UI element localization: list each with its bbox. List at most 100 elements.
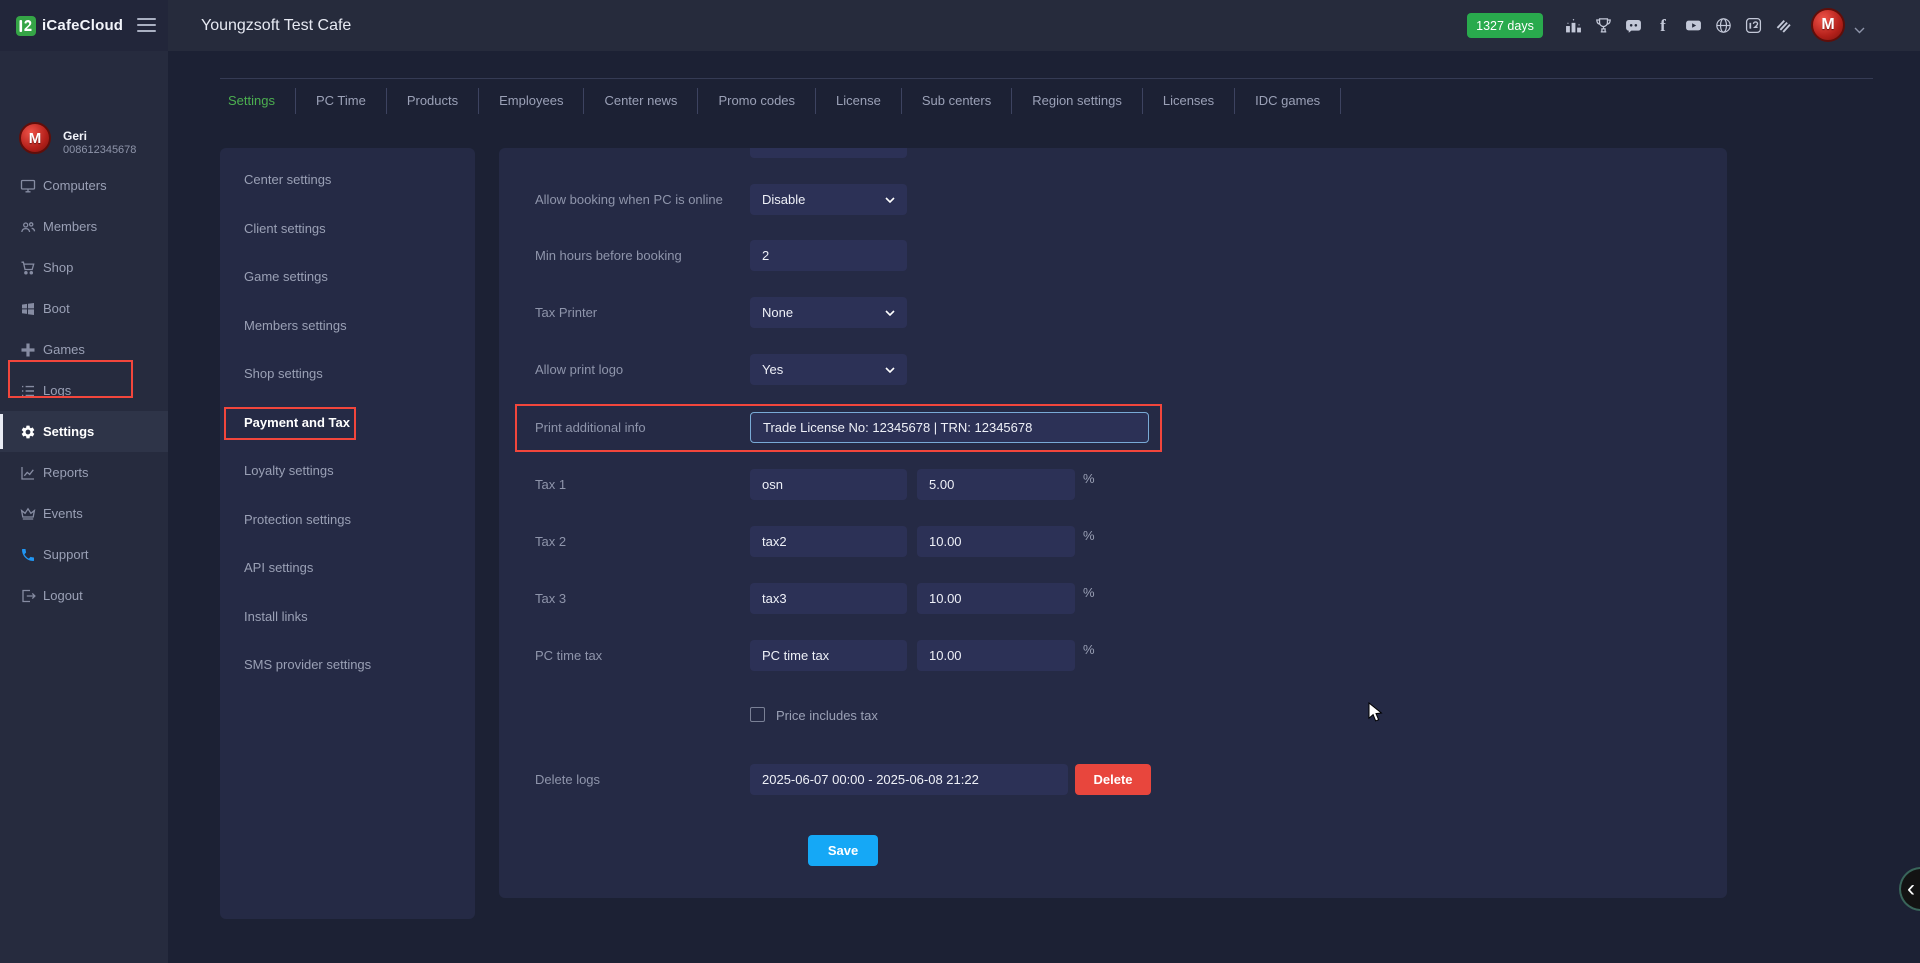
gear-icon [20,424,36,440]
save-button[interactable]: Save [808,835,878,866]
tax2-name-input[interactable] [750,526,907,557]
youtube-icon[interactable] [1684,17,1702,35]
delete-logs-range-input[interactable] [750,764,1068,795]
brand-name: iCafeCloud [42,17,123,34]
settings-nav-api-settings[interactable]: API settings [244,559,313,577]
user-avatar[interactable]: M [19,122,51,154]
tab-center-news[interactable]: Center news [584,86,697,116]
row-pc-time-tax: PC time tax % [499,640,1727,671]
top-header: Youngzsoft Test Cafe 1327 days f M [168,0,1920,51]
sidebar-item-shop[interactable]: Shop [0,247,168,288]
list-icon [20,383,36,399]
delete-button[interactable]: Delete [1075,764,1151,795]
windows-icon [20,301,36,317]
sidebar-item-games[interactable]: Games [0,329,168,370]
chevron-down-icon [885,197,895,203]
settings-nav-panel: Center settings Client settings Game set… [220,148,475,919]
cutoff-input[interactable] [750,148,907,158]
tab-region-settings[interactable]: Region settings [1012,86,1142,116]
sidebar-item-support[interactable]: Support [0,534,168,575]
allow-booking-select[interactable]: Disable [750,184,907,215]
price-includes-tax-checkbox[interactable] [750,707,765,722]
page-title: Youngzsoft Test Cafe [201,0,351,51]
sidebar-item-settings[interactable]: Settings [0,411,168,452]
tax3-percent-input[interactable] [917,583,1075,614]
settings-nav-shop-settings[interactable]: Shop settings [244,365,323,383]
settings-nav-payment-and-tax[interactable]: Payment and Tax [244,414,350,432]
gamepad-icon [20,342,36,358]
sidebar-menu: Computers Members Shop Boot Games Logs [0,165,168,616]
tab-products[interactable]: Products [387,86,478,116]
pc-time-tax-name-input[interactable] [750,640,907,671]
min-hours-input[interactable] [750,240,907,271]
chart-icon [20,465,36,481]
discord-icon[interactable] [1624,17,1642,35]
facebook-icon[interactable]: f [1654,17,1672,35]
tab-employees[interactable]: Employees [479,86,583,116]
settings-nav-center-settings[interactable]: Center settings [244,171,331,189]
sidebar-item-logs[interactable]: Logs [0,370,168,411]
logout-icon [20,588,36,604]
settings-nav-client-settings[interactable]: Client settings [244,220,326,238]
sidebar-item-logout[interactable]: Logout [0,575,168,616]
trophy-icon[interactable] [1594,17,1612,35]
ranking-icon[interactable] [1564,17,1582,35]
brand-block: iCafeCloud [0,0,168,51]
phone-icon [20,547,36,563]
tab-sub-centers[interactable]: Sub centers [902,86,1011,116]
row-tax-1: Tax 1 % [499,469,1727,500]
hamburger-menu-icon[interactable] [137,18,156,32]
tax1-name-input[interactable] [750,469,907,500]
icafecloud-icon[interactable] [1744,17,1762,35]
percent-sign: % [1083,634,1095,665]
settings-nav-members-settings[interactable]: Members settings [244,317,347,335]
chevron-down-icon [885,310,895,316]
settings-nav-protection-settings[interactable]: Protection settings [244,511,351,529]
tab-license[interactable]: License [816,86,901,116]
chevron-left-icon: ‹ [1907,877,1915,901]
sidebar-item-boot[interactable]: Boot [0,288,168,329]
floating-collapse-button[interactable]: ‹ [1899,867,1920,911]
row-min-hours: Min hours before booking [499,240,1727,271]
chevron-down-icon[interactable] [1854,21,1865,39]
settings-nav-sms-provider-settings[interactable]: SMS provider settings [244,656,371,674]
sidebar-item-reports[interactable]: Reports [0,452,168,493]
print-additional-info-input[interactable] [750,412,1149,443]
tab-promo-codes[interactable]: Promo codes [698,86,815,116]
tab-settings[interactable]: Settings [220,86,295,116]
sidebar: M Geri 008612345678 Computers Members Sh… [0,51,168,963]
user-name: Geri [63,129,87,143]
days-badge[interactable]: 1327 days [1467,13,1543,38]
tab-pc-time[interactable]: PC Time [296,86,386,116]
percent-sign: % [1083,520,1095,551]
allow-print-logo-select[interactable]: Yes [750,354,907,385]
crown-icon [20,506,36,522]
pc-time-tax-percent-input[interactable] [917,640,1075,671]
tab-idc-games[interactable]: IDC games [1235,86,1340,116]
tax-printer-select[interactable]: None [750,297,907,328]
row-print-additional-info: Print additional info [499,412,1727,443]
tax2-percent-input[interactable] [917,526,1075,557]
mouse-cursor [1368,702,1383,723]
icafecloud-logo-icon [15,15,37,37]
chevron-down-icon [885,367,895,373]
app-window: iCafeCloud M Geri 008612345678 Computers… [0,0,1920,963]
sidebar-item-computers[interactable]: Computers [0,165,168,206]
tab-licenses[interactable]: Licenses [1143,86,1234,116]
header-avatar[interactable]: M [1811,8,1845,42]
settings-nav-game-settings[interactable]: Game settings [244,268,328,286]
layers-icon[interactable] [1774,17,1792,35]
payment-tax-form-panel: Allow booking when PC is online Disable … [499,148,1727,898]
tax1-percent-input[interactable] [917,469,1075,500]
settings-nav-loyalty-settings[interactable]: Loyalty settings [244,462,334,480]
sidebar-item-events[interactable]: Events [0,493,168,534]
cart-icon [20,260,36,276]
tax3-name-input[interactable] [750,583,907,614]
sidebar-item-members[interactable]: Members [0,206,168,247]
settings-nav-install-links[interactable]: Install links [244,608,308,626]
globe-icon[interactable] [1714,17,1732,35]
row-allow-booking: Allow booking when PC is online Disable [499,184,1727,215]
monitor-icon [20,178,36,194]
percent-sign: % [1083,463,1095,494]
row-tax-3: Tax 3 % [499,583,1727,614]
